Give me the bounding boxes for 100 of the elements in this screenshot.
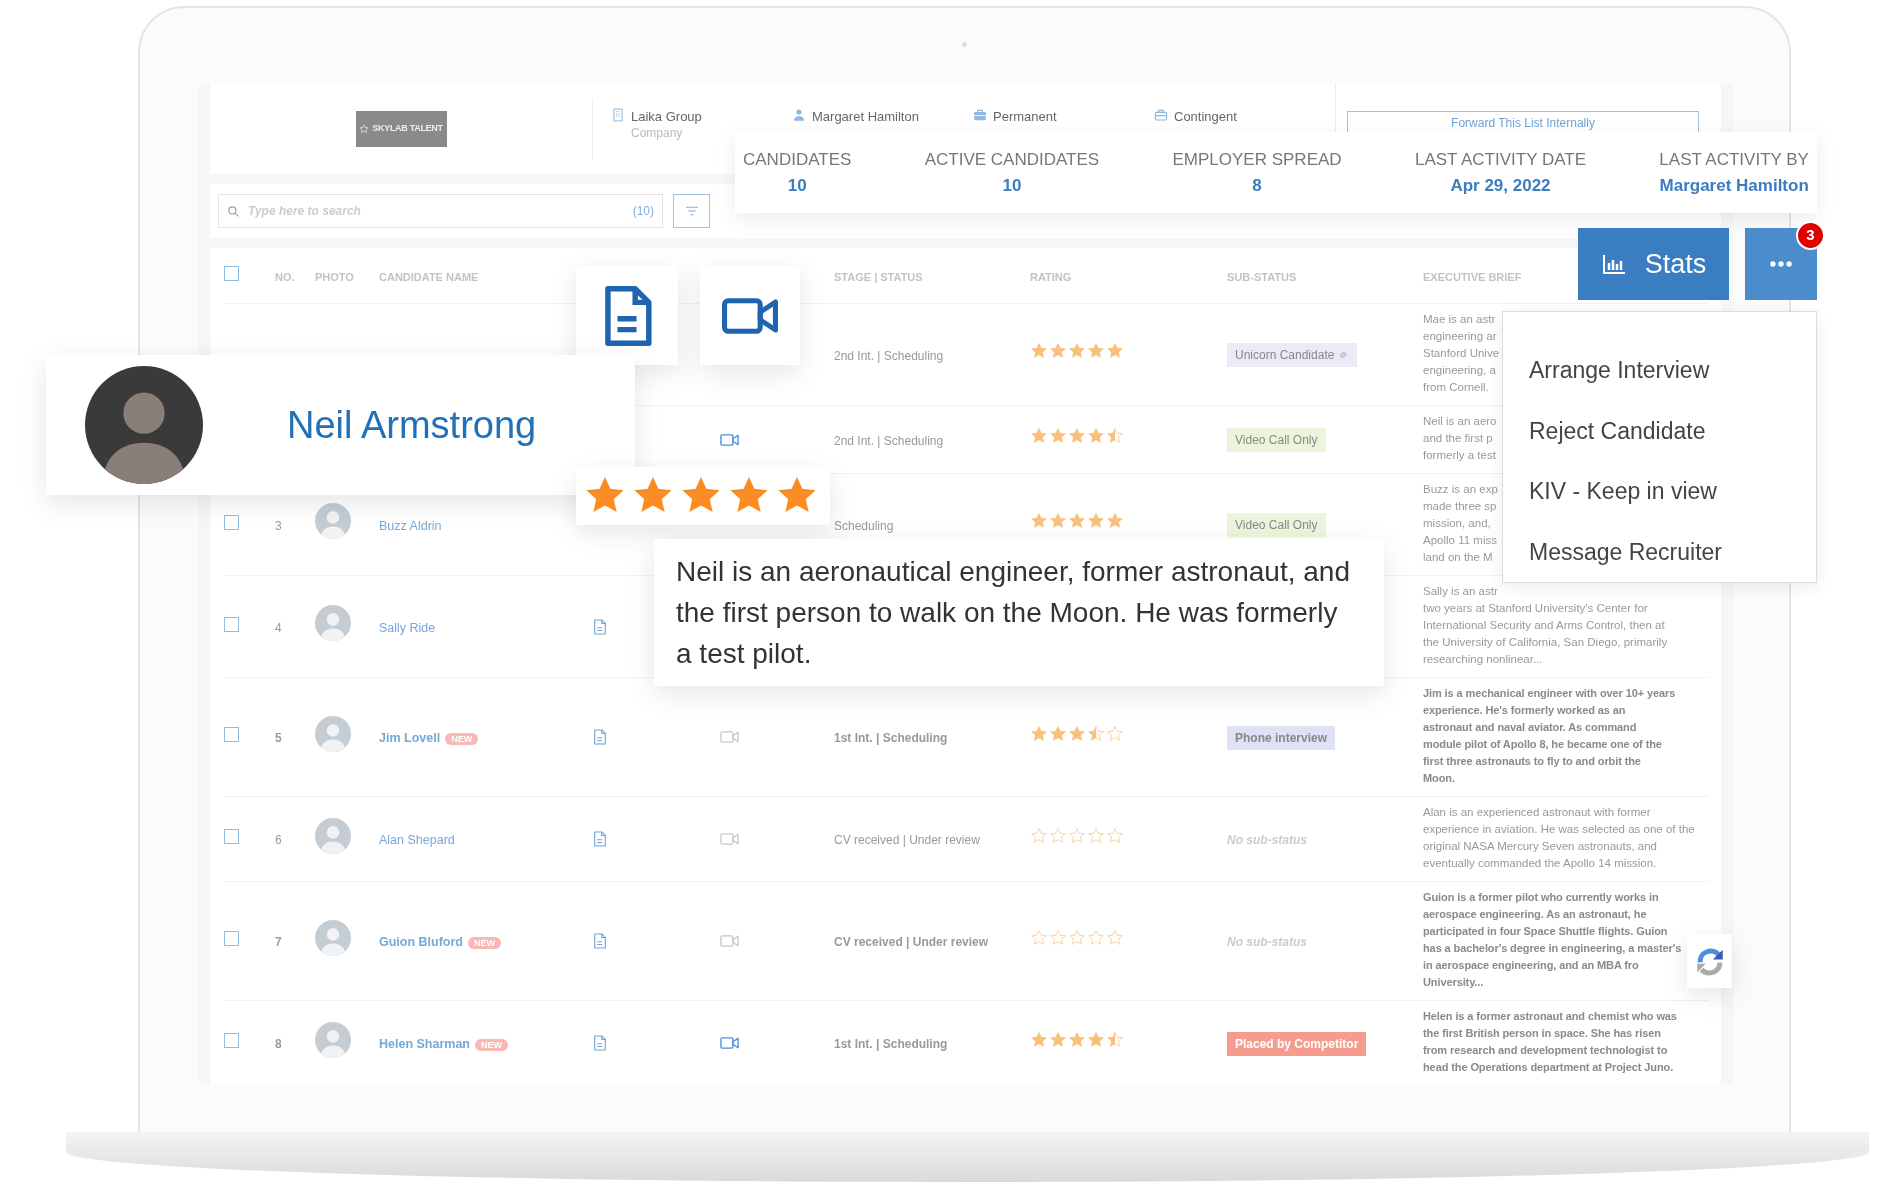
sub-status-text: Video Call Only (1235, 432, 1318, 449)
column-header: CANDIDATE NAME (379, 270, 479, 283)
briefcase-icon (973, 108, 987, 122)
stat-value: 10 (1001, 174, 1023, 197)
stat-label: LAST ACTIVITY BY (1659, 149, 1809, 171)
document-icon[interactable] (594, 1035, 606, 1051)
candidate-link[interactable]: Jim Lovell (379, 731, 441, 745)
more-button[interactable] (1745, 228, 1817, 300)
stat-label: EMPLOYER SPREAD (1172, 149, 1342, 171)
document-icon[interactable] (594, 933, 606, 949)
video-camera-icon[interactable] (720, 433, 739, 446)
star-icon (1049, 342, 1067, 360)
video-camera-icon[interactable] (722, 295, 778, 336)
column-header: STAGE | STATUS (834, 270, 923, 283)
stage-status: Scheduling (834, 518, 894, 533)
executive-brief: Neil is an aero and the first p formerly a test (1423, 414, 1497, 463)
checkbox[interactable] (224, 1033, 239, 1048)
star-icon (1087, 928, 1105, 947)
executive-brief: Alan is an experienced astronaut with former experience in aviation. He was selected as one of the original NASA Mercury Seven astronauts, and eventually commanded the Apollo 14 mission. (1423, 805, 1695, 871)
checkbox[interactable] (224, 727, 239, 742)
candidate-link[interactable]: Helen Sharman (379, 1037, 470, 1051)
stage-status: 2nd Int. | Scheduling (834, 433, 944, 448)
star-icon (1106, 512, 1124, 530)
star-icon (1030, 342, 1048, 360)
column-header: RATING (1030, 270, 1072, 283)
filter-button[interactable] (673, 194, 710, 228)
star-icon (1030, 512, 1048, 530)
stat-value: Margaret Hamilton (1659, 174, 1809, 197)
star-icon (1068, 427, 1086, 445)
star-icon (1049, 724, 1067, 743)
info-sublabel: Company (631, 125, 684, 142)
menu-item[interactable]: Reject Candidate (1503, 400, 1706, 461)
video-camera-icon[interactable] (720, 1037, 739, 1049)
column-header: NO. (275, 270, 295, 283)
menu-item[interactable]: KIV - Keep in view (1503, 461, 1717, 522)
notification-badge: 3 (1796, 221, 1825, 250)
stats-button[interactable]: Stats (1578, 228, 1729, 300)
star-icon (1087, 512, 1105, 530)
forward-button[interactable]: Forward This List Internally (1347, 111, 1699, 135)
sub-status-text: Unicorn Candidate (1235, 347, 1335, 364)
star-icon (1049, 512, 1067, 530)
new-label: NEW (468, 937, 501, 949)
sub-status-text: Placed by Competitor (1235, 1035, 1359, 1053)
star-icon (1049, 928, 1067, 947)
info-label: Contingent (1174, 108, 1237, 125)
document-icon[interactable] (594, 729, 606, 745)
checkbox[interactable] (224, 514, 239, 530)
menu-item[interactable]: Arrange Interview (1503, 340, 1710, 401)
document-icon[interactable] (594, 618, 606, 635)
stage-status: 1st Int. | Scheduling (834, 1037, 948, 1051)
executive-brief: Jim is a mechanical engineer with over 10+ years experience. He's formerly worked as an astronaut and naval aviator. As command module pilot of Apollo 8, he became one of the first three astronauts to fly to and orbit the Moon. (1423, 686, 1676, 786)
row-number: 8 (275, 1037, 282, 1051)
briefcase-icon (1154, 108, 1168, 122)
more-icon (1770, 261, 1792, 267)
document-icon[interactable] (594, 831, 606, 847)
search-icon (227, 204, 240, 218)
star-icon (1068, 342, 1086, 360)
row-number: 4 (275, 620, 282, 635)
star-icon (1030, 826, 1048, 845)
stat-value: Apr 29, 2022 (1449, 174, 1552, 197)
stat-value: 8 (1251, 174, 1263, 197)
star-icon (1068, 512, 1086, 530)
candidate-link[interactable]: Sally Ride (379, 620, 436, 635)
document-icon[interactable] (602, 285, 652, 346)
info-label: Laika Group (631, 108, 702, 125)
star-icon (1049, 826, 1067, 845)
swirl-icon (1338, 349, 1350, 361)
stat-label: LAST ACTIVITY DATE (1415, 149, 1586, 171)
bar-chart-icon (1600, 252, 1627, 276)
checkbox[interactable] (224, 265, 239, 281)
menu-item[interactable]: Message Recruiter (1503, 521, 1723, 582)
star-icon (1106, 1030, 1124, 1049)
candidate-link[interactable]: Guion Bluford (379, 935, 463, 949)
info-label: Margaret Hamilton (812, 108, 919, 125)
new-label: NEW (475, 1039, 508, 1051)
checkbox[interactable] (224, 829, 239, 844)
stage-status: 2nd Int. | Scheduling (834, 348, 944, 363)
column-header: PHOTO (315, 270, 354, 283)
executive-brief: Guion is a former pilot who currently works in aerospace engineering. As an astronaut, he participated in four Space Shuttle flights. Guion has a bachelor's degree in engineering, a master's in aerospace engineering, and an MBA fro University... (1423, 890, 1682, 990)
candidate-link[interactable]: Buzz Aldrin (379, 518, 442, 533)
star-icon (1049, 1030, 1067, 1049)
new-label: NEW (445, 733, 479, 745)
candidate-link[interactable]: Alan Shepard (379, 833, 455, 847)
stage-status: CV received | Under review (834, 935, 989, 949)
star-icon (1106, 826, 1124, 845)
star-icon (1087, 342, 1105, 360)
star-icon (1068, 928, 1086, 947)
star-icon (1068, 724, 1086, 743)
row-number: 3 (275, 518, 282, 533)
row-number: 6 (275, 833, 282, 847)
checkbox[interactable] (224, 616, 239, 632)
row-number: 7 (275, 935, 282, 949)
star-icon (1068, 1030, 1086, 1049)
info-label: Permanent (993, 108, 1057, 125)
star-icon (1030, 928, 1048, 947)
checkbox[interactable] (224, 931, 239, 946)
star-icon (359, 124, 370, 134)
star-icon (1106, 342, 1124, 360)
star-icon (1068, 826, 1086, 845)
stat-label: ACTIVE CANDIDATES (924, 149, 1100, 171)
